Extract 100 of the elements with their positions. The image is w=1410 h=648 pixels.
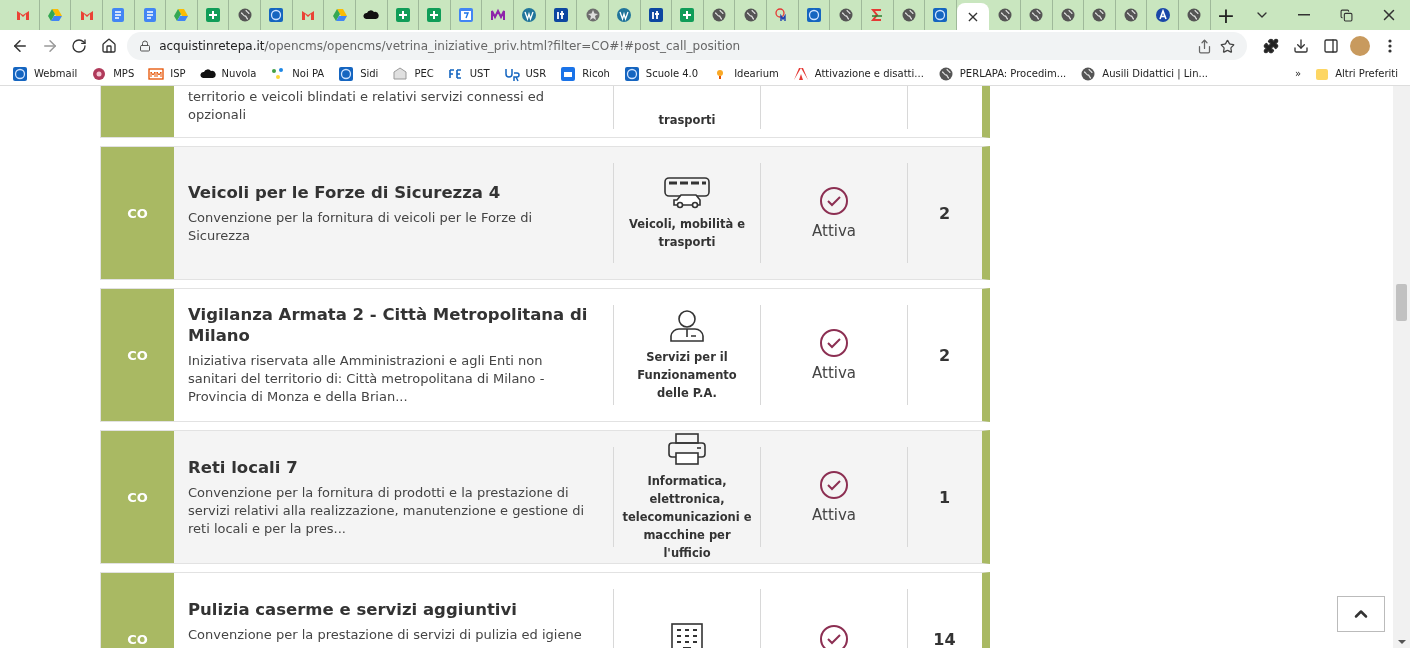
globe-icon bbox=[1186, 7, 1203, 23]
scrollbar-thumb[interactable] bbox=[1396, 284, 1407, 321]
menu-icon bbox=[1388, 39, 1393, 53]
more-bookmarks-button[interactable]: » bbox=[1295, 68, 1302, 79]
envelope-icon bbox=[392, 65, 409, 82]
emblem-icon bbox=[584, 7, 601, 23]
new-tab-button[interactable]: + bbox=[1210, 0, 1242, 30]
puzzle-icon bbox=[1263, 38, 1279, 54]
type-badge: CO bbox=[101, 573, 174, 648]
bookmark-star-icon[interactable] bbox=[1220, 38, 1236, 54]
globe-icon bbox=[1028, 7, 1045, 23]
scroll-down-arrow-icon[interactable] bbox=[1398, 640, 1406, 644]
url-text: acquistinretepa.it/opencms/opencms/vetrina_iniziative_priv.html?filter=CO#!#post_call_position bbox=[159, 39, 742, 53]
type-badge: CO bbox=[101, 289, 174, 421]
logo-icon bbox=[148, 65, 165, 82]
emblem-icon bbox=[805, 7, 822, 23]
description-text: Convenzione per la fornitura di veicoli per le Forze di Sicurezza bbox=[188, 208, 534, 245]
emblem-icon bbox=[12, 65, 28, 82]
browser-tab[interactable]: × bbox=[956, 3, 990, 30]
description-text: territorio e veicoli blindati e relativi servizi connessi ed opzionali bbox=[188, 88, 545, 124]
spreadsheet-icon bbox=[426, 7, 443, 23]
check-circle-icon bbox=[819, 328, 849, 358]
reload-icon bbox=[71, 38, 88, 54]
bookmark[interactable]: PEC bbox=[392, 65, 434, 82]
download-icon bbox=[1292, 38, 1309, 54]
wordpress-icon bbox=[616, 7, 633, 23]
bookmark[interactable]: MPS bbox=[91, 65, 135, 82]
document-icon bbox=[110, 7, 127, 23]
bookmark[interactable]: UST bbox=[447, 65, 490, 82]
lock-icon bbox=[139, 40, 152, 52]
minimize-icon bbox=[1298, 14, 1311, 16]
globe-icon bbox=[1059, 7, 1076, 23]
globe-icon bbox=[711, 7, 728, 23]
count-text: 2 bbox=[938, 345, 951, 365]
globe-icon bbox=[1091, 7, 1108, 23]
count-text: 2 bbox=[938, 203, 951, 223]
emblem-icon bbox=[268, 7, 285, 23]
adobe-icon bbox=[792, 65, 809, 82]
initiative-title[interactable]: Pulizia caserme e servizi aggiuntivi bbox=[188, 599, 589, 620]
bookmark[interactable]: ISP bbox=[148, 65, 186, 82]
globe-icon bbox=[236, 7, 253, 23]
bookmark[interactable]: Idearium bbox=[712, 65, 779, 82]
emblem-icon bbox=[623, 65, 640, 82]
description-text: Convenzione per la prestazione di servizi di pulizia ed igiene bbox=[188, 626, 583, 644]
status-label: Attiva bbox=[812, 364, 856, 382]
type-badge: CO bbox=[101, 147, 174, 279]
avatar-circle bbox=[1350, 36, 1371, 56]
description-text: Iniziativa riservata alle Amministrazioni e agli Enti non sanitari del territorio di: Città metropolitana di Milano - Provincia di Monza e della Brian... bbox=[188, 352, 546, 406]
triangle-icon bbox=[46, 7, 63, 23]
bookmark[interactable]: USR bbox=[503, 65, 547, 82]
globe-icon bbox=[742, 7, 759, 23]
bookmark[interactable]: Ausili Didattici | Lin... bbox=[1080, 65, 1208, 82]
bookmark[interactable]: Nuvola bbox=[199, 65, 257, 82]
initiative-title[interactable]: Veicoli per le Forze di Sicurezza 4 bbox=[188, 181, 589, 203]
spreadsheet-icon bbox=[205, 7, 222, 23]
status-label: Attiva bbox=[812, 506, 856, 524]
bookmark[interactable]: Webmail bbox=[12, 65, 78, 82]
circle-icon bbox=[91, 65, 108, 82]
spreadsheet-icon bbox=[679, 7, 696, 23]
restore-icon bbox=[1340, 8, 1354, 22]
bookmark-folder[interactable]: Altri Preferiti bbox=[1315, 66, 1398, 81]
letter-square-icon bbox=[647, 7, 664, 23]
printer-icon bbox=[560, 65, 577, 82]
wordpress-icon bbox=[521, 7, 538, 23]
type-badge: CO bbox=[101, 431, 174, 563]
spreadsheet-icon bbox=[394, 7, 411, 23]
globe-icon bbox=[837, 7, 854, 23]
bookmark[interactable]: Attivazione e disatti... bbox=[792, 65, 924, 82]
bookmark[interactable]: Noi PA bbox=[270, 65, 325, 82]
emblem-icon bbox=[932, 7, 949, 23]
bookmark[interactable]: Ricoh bbox=[560, 65, 610, 82]
check-circle-icon bbox=[819, 186, 849, 216]
category-label: Servizi per il Funzionamento delle P.A. bbox=[636, 349, 738, 402]
description-text: Convenzione per la fornitura di prodotti e la prestazione di servizi relativi alla realizzazione, manutenzione e gestione di reti locali e per la pres... bbox=[188, 483, 586, 538]
scrollbar[interactable] bbox=[1393, 86, 1410, 648]
emblem-icon bbox=[338, 65, 355, 82]
count-text: 1 bbox=[938, 487, 951, 507]
folder-icon bbox=[1315, 66, 1330, 81]
bookmark[interactable]: Scuole 4.0 bbox=[623, 65, 699, 82]
bookmark[interactable]: Sidi bbox=[338, 65, 379, 82]
globe-icon bbox=[937, 65, 954, 82]
category-label: trasporti bbox=[657, 112, 717, 129]
letter-a-icon bbox=[1154, 7, 1171, 23]
globe-icon bbox=[900, 7, 917, 23]
check-circle-icon bbox=[819, 470, 849, 500]
count-text: 14 bbox=[933, 629, 956, 648]
bookmark[interactable]: PERLAPA: Procedim... bbox=[937, 65, 1067, 82]
category-label: Informatica, elettronica, telecomunicazioni e macchine per l'ufficio bbox=[621, 473, 753, 562]
triangle-icon bbox=[173, 7, 190, 23]
globe-icon bbox=[1123, 7, 1140, 23]
initiative-title[interactable]: Reti locali 7 bbox=[188, 456, 589, 478]
share-icon[interactable] bbox=[1197, 38, 1213, 54]
document-icon bbox=[141, 7, 158, 23]
triangle-icon bbox=[331, 7, 348, 23]
category-label: Veicoli, mobilità e trasporti bbox=[628, 216, 746, 251]
back-to-top-button[interactable] bbox=[1337, 596, 1385, 632]
letter-square-icon bbox=[552, 7, 569, 23]
status-label: Attiva bbox=[812, 222, 856, 240]
address-bar[interactable]: acquistinretepa.it/opencms/opencms/vetrina_iniziative_priv.html?filter=CO#!#post_call_position bbox=[127, 32, 1248, 60]
initiative-title[interactable]: Vigilanza Armata 2 - Città Metropolitana di Milano bbox=[188, 304, 589, 346]
